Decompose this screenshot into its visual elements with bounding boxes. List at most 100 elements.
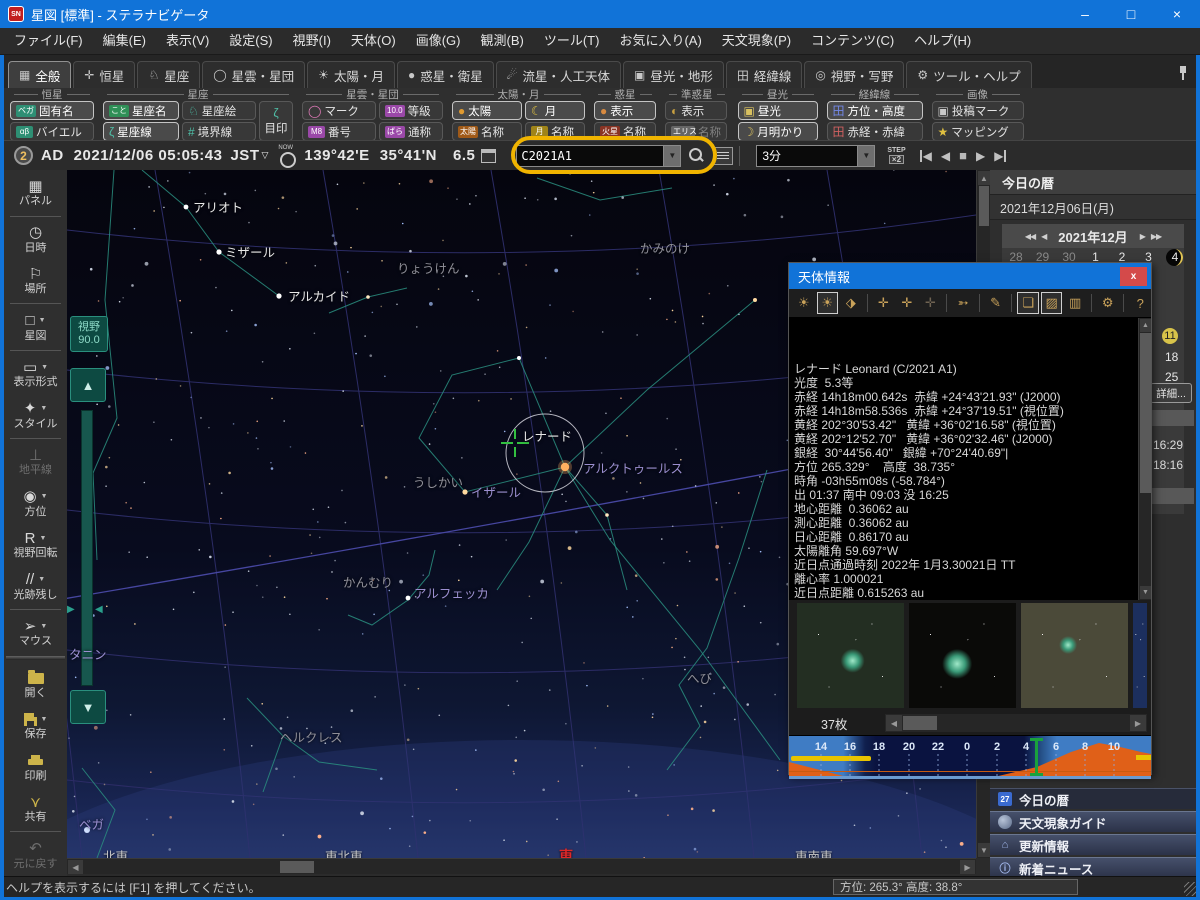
toolbar-button-等級[interactable]: 10.0等級 bbox=[379, 101, 443, 120]
calendar-day[interactable]: 4 bbox=[1165, 250, 1185, 264]
sidebar-item-スタイル[interactable]: ✦▼スタイル bbox=[4, 394, 67, 436]
sidebar-item-場所[interactable]: ⚐場所 bbox=[4, 260, 67, 302]
search-dropdown-button[interactable]: ▼ bbox=[664, 145, 681, 167]
scroll-right-icon[interactable]: ▶ bbox=[1130, 715, 1146, 731]
vscroll-thumb[interactable] bbox=[979, 186, 989, 226]
timezone-label[interactable]: JST bbox=[230, 147, 259, 164]
sidebar-item-マウス[interactable]: ➢▼マウス bbox=[4, 612, 67, 654]
toolbar-button-月明かり[interactable]: ☽月明かり bbox=[738, 122, 818, 141]
sidebar-item-光跡残し[interactable]: //▼光跡残し bbox=[4, 565, 67, 607]
tab-ツール・ヘルプ[interactable]: ⚙ツール・ヘルプ bbox=[906, 61, 1031, 88]
toolbar-button-名称[interactable]: エリス名称 bbox=[665, 122, 727, 141]
toolbar-button-境界線[interactable]: #境界線 bbox=[182, 122, 256, 141]
sidebar-item-視野回転[interactable]: R▼視野回転 bbox=[4, 524, 67, 566]
sidebar-item-保存[interactable]: ▼保存 bbox=[4, 705, 67, 747]
thumbnail-scrollbar[interactable]: ◀ ▶ bbox=[885, 714, 1147, 732]
prev-month-button[interactable]: ◀ bbox=[1041, 232, 1046, 241]
panel-menu-今日の暦[interactable]: 27今日の暦 bbox=[990, 788, 1196, 809]
thumb-scroll-thumb[interactable] bbox=[903, 716, 937, 730]
windows-icon[interactable]: ❏ bbox=[1017, 292, 1039, 314]
maximize-button[interactable]: □ bbox=[1108, 0, 1154, 28]
next-month-button[interactable]: ▶ bbox=[1140, 232, 1145, 241]
object-list-button[interactable] bbox=[713, 147, 733, 165]
step-dropdown-button[interactable]: ▼ bbox=[858, 145, 875, 167]
tab-太陽・月[interactable]: ☀太陽・月 bbox=[307, 61, 395, 88]
next-year-button[interactable]: ▶▶ bbox=[1151, 232, 1161, 241]
panel-menu-新着ニュース[interactable]: ⓘ新着ニュース bbox=[990, 857, 1196, 878]
toolbar-button-星座名[interactable]: こと星座名 bbox=[103, 101, 179, 120]
sidebar-item-パネル[interactable]: ▦パネル bbox=[4, 172, 67, 214]
sun-box-icon[interactable]: ☀ bbox=[817, 292, 839, 314]
sidebar-item-表示形式[interactable]: ▭▼表示形式 bbox=[4, 353, 67, 395]
pointer-arrow-icon[interactable]: ➳ bbox=[952, 292, 974, 314]
zoom-out-button[interactable]: ▼ bbox=[70, 690, 106, 724]
sidebar-item-元に戻す[interactable]: ↶元に戻す bbox=[4, 834, 67, 876]
menu-item[interactable]: 天体(O) bbox=[341, 28, 406, 54]
tab-全般[interactable]: ▦全般 bbox=[8, 61, 71, 88]
toolbar-button-方位・高度[interactable]: 田方位・高度 bbox=[827, 101, 923, 120]
menu-item[interactable]: コンテンツ(C) bbox=[801, 28, 904, 54]
menu-item[interactable]: 編集(E) bbox=[93, 28, 156, 54]
skip-forward-button[interactable]: ▶ bbox=[994, 150, 1006, 162]
toolbar-button-月[interactable]: ☾月 bbox=[525, 101, 585, 120]
menu-item[interactable]: ヘルプ(H) bbox=[904, 28, 981, 54]
menu-item[interactable]: 観測(B) bbox=[470, 28, 533, 54]
play-forward-button[interactable]: ▶ bbox=[976, 150, 985, 162]
toolbar-button-固有名[interactable]: ベガ固有名 bbox=[10, 101, 94, 120]
sun-icon[interactable]: ☀ bbox=[793, 292, 815, 314]
menu-item[interactable]: 視野(I) bbox=[283, 28, 341, 54]
tab-恒星[interactable]: ✛恒星 bbox=[73, 61, 135, 88]
calendar-day[interactable]: 25 bbox=[1165, 370, 1178, 384]
crosshair-lock-icon[interactable]: ✛ bbox=[896, 292, 918, 314]
comet-photo-thumbnail[interactable] bbox=[1021, 603, 1128, 708]
object-info-text[interactable]: レナード Leonard (C/2021 A1)光度 5.3等赤経 14h18m… bbox=[789, 318, 1151, 600]
tab-昼光・地形[interactable]: ▣昼光・地形 bbox=[623, 61, 724, 88]
toolbar-button-投稿マーク[interactable]: ▣投稿マーク bbox=[932, 101, 1024, 120]
scroll-up-icon[interactable]: ▲ bbox=[978, 171, 990, 185]
info-scroll-thumb[interactable] bbox=[1140, 333, 1151, 493]
datetime-display[interactable]: 2021/12/06 05:05:43 bbox=[74, 147, 223, 164]
sidebar-item-地平線[interactable]: ⊥地平線 bbox=[4, 441, 67, 483]
sidebar-item-星図[interactable]: □▼星図 bbox=[4, 306, 67, 348]
toolbar-button-表示[interactable]: ◐表示 bbox=[665, 101, 727, 120]
image-icon[interactable]: ▨ bbox=[1041, 292, 1063, 314]
scroll-down-icon[interactable]: ▼ bbox=[978, 843, 990, 857]
zoom-in-button[interactable]: ▲ bbox=[70, 368, 106, 402]
magnitude-panel-icon[interactable] bbox=[481, 149, 496, 163]
chart-horizontal-scrollbar[interactable]: ◀ ▶ bbox=[67, 858, 976, 874]
pin-icon[interactable] bbox=[1178, 66, 1188, 80]
menu-item[interactable]: 天文現象(P) bbox=[712, 28, 801, 54]
crosshair-off-icon[interactable]: ✛ bbox=[920, 292, 942, 314]
calendar-day[interactable]: 18 bbox=[1165, 350, 1178, 364]
toolbar-button-マーク[interactable]: ◯マーク bbox=[302, 101, 376, 120]
toolbar-button-星座絵[interactable]: ♘星座絵 bbox=[182, 101, 256, 120]
latitude-display[interactable]: 35°41'N bbox=[380, 147, 437, 164]
panel-number-badge[interactable]: 2 bbox=[14, 146, 33, 165]
search-button[interactable] bbox=[685, 145, 707, 167]
prev-year-button[interactable]: ◀◀ bbox=[1025, 232, 1035, 241]
step-back-button[interactable]: ◀ bbox=[941, 150, 950, 162]
toolbar-button-番号[interactable]: M8番号 bbox=[302, 122, 376, 141]
sidebar-item-共有[interactable]: ⋎共有 bbox=[4, 788, 67, 830]
toolbar-button-名称[interactable]: 太陽名称 bbox=[452, 122, 522, 141]
tab-視野・写野[interactable]: ◎視野・写野 bbox=[804, 61, 904, 88]
step-x2-button[interactable]: STEP×2 bbox=[887, 147, 905, 164]
scroll-left-icon[interactable]: ◀ bbox=[886, 715, 902, 731]
scroll-right-icon[interactable]: ▶ bbox=[960, 860, 975, 874]
help-icon[interactable]: ? bbox=[1129, 292, 1151, 314]
menu-item[interactable]: 設定(S) bbox=[219, 28, 282, 54]
menu-item[interactable]: ファイル(F) bbox=[4, 28, 93, 54]
info-text-scrollbar[interactable]: ▲ ▼ bbox=[1138, 318, 1151, 600]
timezone-dropdown-icon[interactable]: ▽ bbox=[261, 150, 268, 161]
first-quarter-moon-icon[interactable]: 11 bbox=[1162, 328, 1178, 344]
skip-back-button[interactable]: ◀ bbox=[920, 150, 932, 162]
pencil-icon[interactable]: ✎ bbox=[985, 292, 1007, 314]
detail-button[interactable]: 詳細... bbox=[1150, 383, 1192, 403]
toolbar-button-通称[interactable]: ばら通称 bbox=[379, 122, 443, 141]
toolbar-button-名称[interactable]: 火星名称 bbox=[594, 122, 656, 141]
search-input[interactable]: C2021A1 bbox=[516, 145, 664, 167]
info-close-button[interactable]: x bbox=[1120, 267, 1147, 286]
sidebar-item-開く[interactable]: 開く bbox=[4, 663, 67, 705]
scroll-up-icon[interactable]: ▲ bbox=[1140, 319, 1151, 332]
stop-button[interactable]: ■ bbox=[959, 150, 967, 162]
